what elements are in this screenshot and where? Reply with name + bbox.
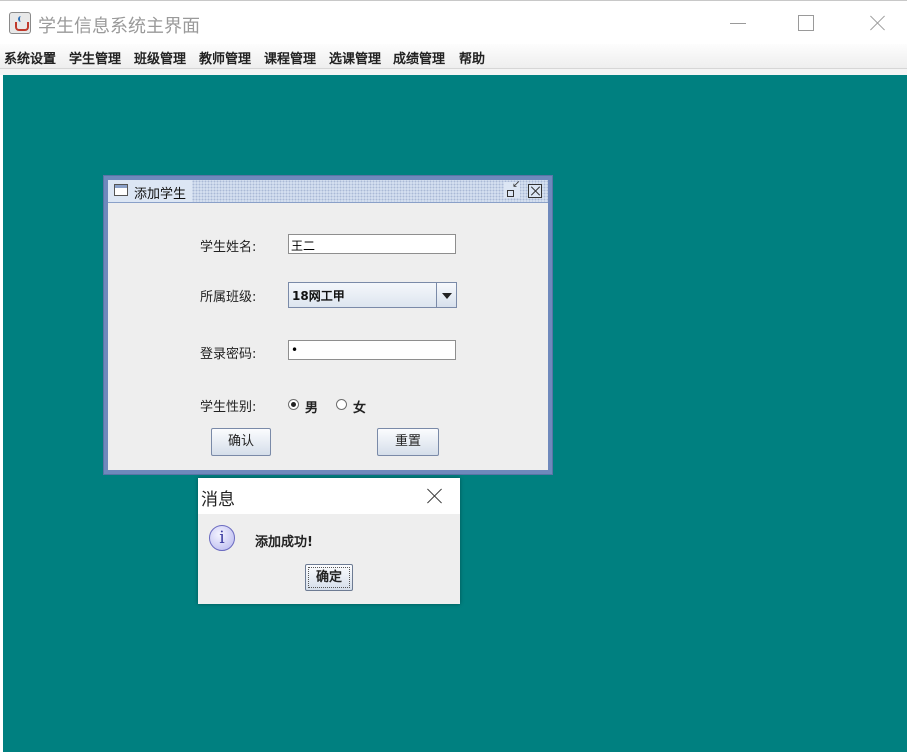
menu-course-management[interactable]: 课程管理	[264, 48, 316, 67]
gender-male-label[interactable]: 男	[305, 397, 318, 416]
password-field[interactable]: •	[288, 340, 456, 360]
reset-button[interactable]: 重置	[377, 428, 439, 456]
confirm-button[interactable]: 确认	[211, 428, 271, 456]
message-dialog-titlebar[interactable]: 消息	[198, 478, 460, 514]
add-student-frame-titlebar[interactable]: 添加学生	[108, 179, 548, 203]
gender-female-radio[interactable]	[336, 399, 347, 410]
minimize-button[interactable]	[724, 9, 752, 37]
message-dialog: 消息 i 添加成功! 确定	[198, 478, 460, 604]
message-dialog-title: 消息	[201, 490, 235, 510]
menu-grade-management[interactable]: 成绩管理	[393, 48, 445, 67]
frame-iconify-button[interactable]	[504, 179, 520, 198]
desktop-pane: 添加学生 学生姓名: 王二 所属班级: 18网工甲 登录密码: • 学生性别: …	[3, 75, 907, 752]
message-text: 添加成功!	[255, 535, 313, 550]
info-icon: i	[209, 525, 235, 551]
gender-label: 学生性别:	[200, 400, 257, 415]
class-label: 所属班级:	[200, 290, 257, 305]
java-app-icon	[9, 12, 31, 34]
ok-button[interactable]: 确定	[305, 564, 353, 591]
frame-close-button[interactable]	[528, 184, 542, 198]
class-select[interactable]: 18网工甲	[288, 282, 457, 308]
add-student-form: 学生姓名: 王二 所属班级: 18网工甲 登录密码: • 学生性别: 男 女 确…	[108, 203, 548, 470]
menu-teacher-management[interactable]: 教师管理	[199, 48, 251, 67]
window-title: 学生信息系统主界面	[38, 16, 200, 37]
student-name-input[interactable]: 王二	[288, 234, 456, 254]
add-student-frame-title: 添加学生	[134, 187, 187, 202]
chevron-down-icon[interactable]	[436, 283, 456, 307]
menu-student-management[interactable]: 学生管理	[69, 48, 121, 67]
gender-male-radio[interactable]	[288, 399, 299, 410]
add-student-frame: 添加学生 学生姓名: 王二 所属班级: 18网工甲 登录密码: • 学生性别: …	[103, 175, 553, 475]
student-name-label: 学生姓名:	[200, 240, 257, 255]
frame-window-icon	[114, 184, 128, 196]
menu-bar: 系统设置 学生管理 班级管理 教师管理 课程管理 选课管理 成绩管理 帮助	[0, 44, 907, 69]
menu-class-management[interactable]: 班级管理	[134, 48, 186, 67]
menu-system-settings[interactable]: 系统设置	[4, 48, 56, 67]
menu-course-selection-management[interactable]: 选课管理	[329, 48, 381, 67]
password-label: 登录密码:	[200, 347, 257, 362]
close-window-button[interactable]	[864, 9, 892, 37]
close-icon[interactable]	[424, 485, 446, 507]
gender-female-label[interactable]: 女	[353, 397, 366, 416]
menu-help[interactable]: 帮助	[459, 48, 485, 67]
class-select-value: 18网工甲	[292, 289, 345, 303]
maximize-button[interactable]	[792, 9, 820, 37]
window-titlebar: 学生信息系统主界面	[0, 0, 907, 44]
